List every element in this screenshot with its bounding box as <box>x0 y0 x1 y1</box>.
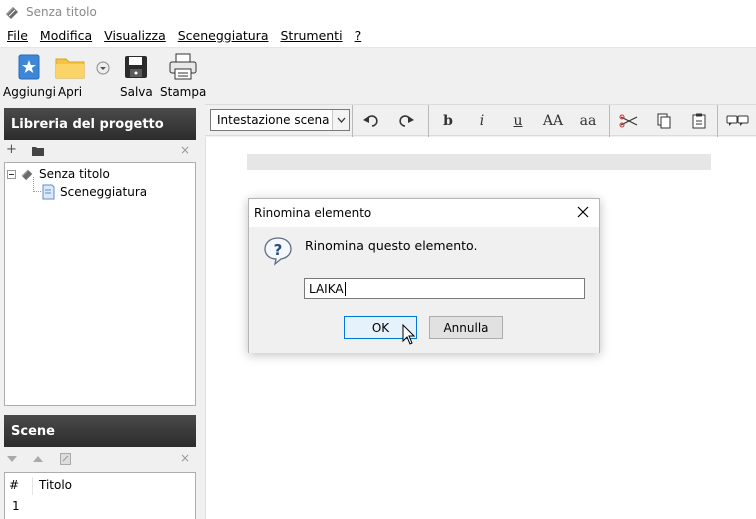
tree-item-screenplay[interactable]: Sceneggiatura <box>41 183 147 201</box>
table-header: # Titolo <box>5 473 195 497</box>
redo-icon <box>399 115 414 127</box>
print-button[interactable]: Stampa <box>160 52 206 99</box>
editor-toolbar: Intestazione scena b i u AA aa <box>205 104 756 137</box>
edit-scene-icon[interactable] <box>60 453 71 465</box>
scissors-icon <box>619 114 638 128</box>
printer-icon <box>169 53 197 80</box>
menu-help[interactable]: ? <box>349 28 368 43</box>
column-header-title[interactable]: Titolo <box>39 478 72 492</box>
comments-icon <box>726 115 749 126</box>
app-icon <box>6 7 18 19</box>
project-icon <box>21 169 33 181</box>
paste-button[interactable] <box>690 111 708 131</box>
dialog-title: Rinomina elemento <box>254 206 372 220</box>
tree-line <box>33 177 34 192</box>
chevron-down-icon <box>96 61 110 75</box>
bold-button[interactable]: b <box>439 111 457 131</box>
main-toolbar: Aggiungi Apri Salva Stampa <box>0 48 756 104</box>
project-library-tools: + × <box>4 141 196 163</box>
new-folder-icon[interactable] <box>32 146 44 156</box>
paragraph-style-select[interactable]: Intestazione scena <box>210 109 350 131</box>
copy-icon <box>657 113 671 129</box>
save-button[interactable]: Salva <box>120 52 153 99</box>
title-bar: Senza titolo <box>0 0 756 24</box>
underline-button[interactable]: u <box>509 111 527 131</box>
dialog-body: ? Rinomina questo elemento. LAIKA OK Ann… <box>249 227 599 353</box>
chevron-down-icon[interactable] <box>332 110 349 130</box>
rename-input[interactable]: LAIKA <box>304 278 585 299</box>
menu-bar: File Modifica Visualizza Sceneggiatura S… <box>0 24 756 48</box>
italic-button[interactable]: i <box>473 111 491 131</box>
redo-button[interactable] <box>396 111 416 131</box>
menu-file[interactable]: File <box>0 28 34 43</box>
question-icon: ? <box>264 237 292 266</box>
svg-text:?: ? <box>274 241 283 259</box>
scenes-table: # Titolo 1 <box>4 472 196 519</box>
window-title: Senza titolo <box>26 5 97 19</box>
tree-line <box>33 191 41 192</box>
collapse-icon[interactable] <box>7 169 16 179</box>
open-button[interactable]: Apri <box>55 52 85 99</box>
open-dropdown-button[interactable] <box>96 61 110 78</box>
rename-dialog: Rinomina elemento ? Rinomina questo elem… <box>248 198 600 353</box>
paste-icon <box>692 113 706 129</box>
project-library-header: Libreria del progetto <box>4 108 196 140</box>
undo-button[interactable] <box>361 111 381 131</box>
project-tree: Senza titolo Sceneggiatura <box>4 162 196 406</box>
comments-button[interactable] <box>725 111 751 131</box>
move-down-icon[interactable] <box>7 456 17 462</box>
table-row[interactable]: 1 <box>5 497 195 515</box>
save-icon <box>125 56 148 78</box>
close-icon[interactable]: × <box>180 451 190 465</box>
dialog-message: Rinomina questo elemento. <box>305 238 478 253</box>
undo-icon <box>363 115 378 127</box>
screenplay-icon <box>42 184 55 200</box>
scenes-tools: × <box>4 449 196 471</box>
column-header-number[interactable]: # <box>9 478 19 492</box>
menu-visualizza[interactable]: Visualizza <box>98 28 172 43</box>
menu-strumenti[interactable]: Strumenti <box>275 28 349 43</box>
add-button[interactable]: Aggiungi <box>3 52 56 99</box>
move-up-icon[interactable] <box>33 456 43 462</box>
folder-icon <box>55 58 85 79</box>
tree-item-root[interactable]: Senza titolo <box>7 165 110 183</box>
lowercase-button[interactable]: aa <box>576 111 600 131</box>
close-icon[interactable] <box>576 205 590 219</box>
mouse-cursor-icon <box>402 324 416 345</box>
page-header-strip <box>247 154 711 170</box>
cancel-button[interactable]: Annulla <box>429 316 503 339</box>
menu-modifica[interactable]: Modifica <box>34 28 98 43</box>
copy-button[interactable] <box>655 111 673 131</box>
dialog-title-bar: Rinomina elemento <box>249 199 599 227</box>
uppercase-button[interactable]: AA <box>539 111 567 131</box>
menu-sceneggiatura[interactable]: Sceneggiatura <box>172 28 275 43</box>
add-icon <box>18 54 40 80</box>
close-icon[interactable]: × <box>180 143 190 157</box>
scenes-header: Scene <box>4 415 196 447</box>
add-item-icon[interactable]: + <box>6 142 17 157</box>
text-caret <box>344 281 346 296</box>
cut-button[interactable] <box>618 111 640 131</box>
